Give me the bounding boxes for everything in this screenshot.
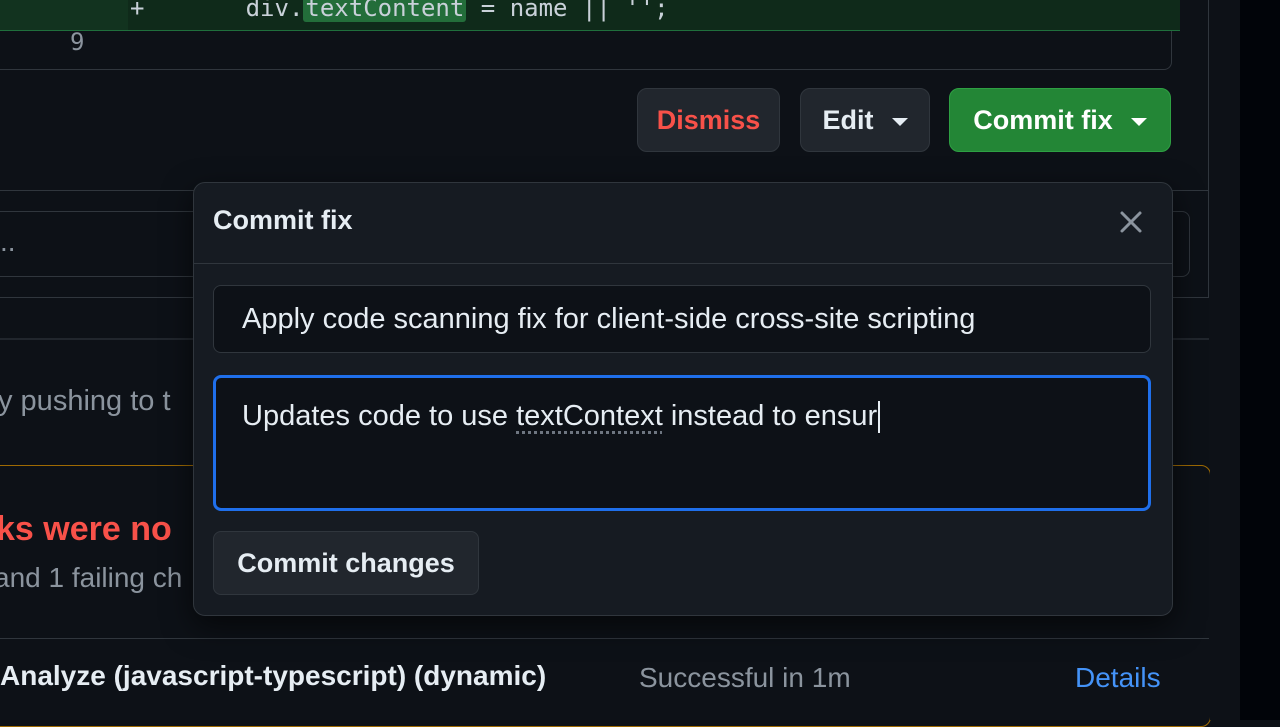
dialog-header: Commit fix <box>194 183 1172 264</box>
push-hint-text: y pushing to t <box>0 385 171 417</box>
diff-highlight: textContent <box>303 0 467 22</box>
check-name: Analyze (javascript-typescript) (dynamic… <box>0 660 547 691</box>
caret-down-icon <box>1130 118 1147 126</box>
card-border <box>1208 0 1209 298</box>
check-status: Successful in 1m <box>639 662 851 693</box>
caret-down-icon <box>891 118 908 126</box>
line-number: 9 <box>70 28 85 56</box>
commit-fix-button[interactable]: Commit fix <box>949 88 1171 152</box>
checks-warning-subtitle: and 1 failing ch <box>0 562 183 593</box>
page-edge <box>1240 0 1280 720</box>
dialog-title: Commit fix <box>213 205 353 235</box>
checks-warning-title: ks were no <box>0 510 172 548</box>
spellcheck-word: textContext <box>516 400 663 432</box>
check-details-link[interactable]: Details <box>1075 662 1161 694</box>
commit-changes-button[interactable]: Commit changes <box>213 531 479 595</box>
commit-fix-dialog: Commit fix Apply code scanning fix for c… <box>193 182 1173 616</box>
edit-button[interactable]: Edit <box>800 88 930 152</box>
commit-description-textarea[interactable]: Updates code to use textContext instead … <box>213 375 1151 511</box>
diff-code-line: + div.textContent = name || ''; <box>130 0 669 22</box>
background-truncated-text: .. <box>0 226 16 257</box>
diff-gutter <box>0 0 128 30</box>
commit-title-input[interactable]: Apply code scanning fix for client-side … <box>213 285 1151 353</box>
text-cursor <box>878 401 881 434</box>
close-icon[interactable] <box>1112 203 1150 241</box>
checks-divider <box>0 638 1209 639</box>
dismiss-button[interactable]: Dismiss <box>637 88 780 152</box>
